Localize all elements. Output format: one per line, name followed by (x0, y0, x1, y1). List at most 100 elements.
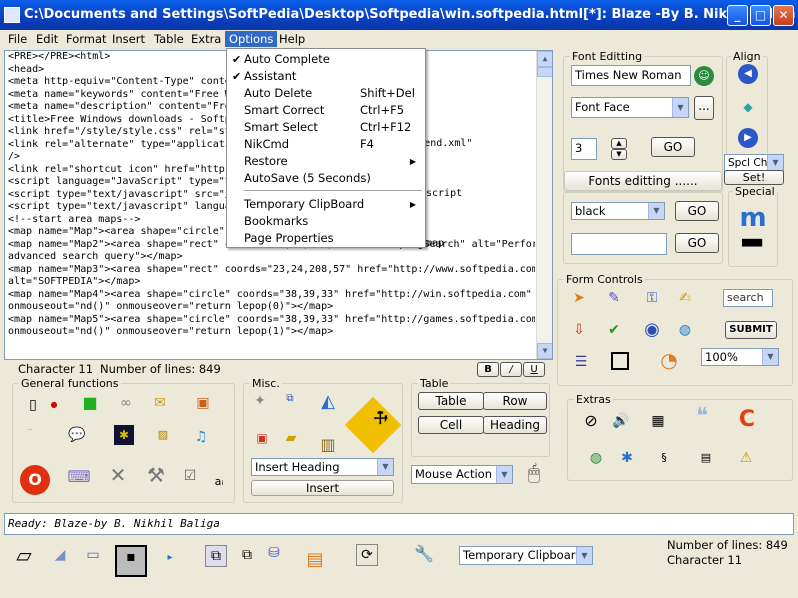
c-logo-icon[interactable]: C (734, 409, 760, 436)
maximize-button[interactable]: □ (750, 5, 771, 26)
save-icon[interactable]: ▪ (115, 545, 147, 577)
document-icon[interactable]: ▤ (696, 448, 716, 468)
menu-item-restore[interactable]: Restore ▶ (227, 153, 425, 170)
menu-format[interactable]: Format (62, 31, 111, 47)
square-icon[interactable] (611, 352, 629, 370)
fonts-editing-button[interactable]: Fonts editting ...... (564, 171, 722, 191)
menu-item-bookmarks[interactable]: Bookmarks (227, 213, 425, 230)
checkbox-icon[interactable]: ✔ (604, 320, 624, 340)
arrow-box-icon[interactable]: ▣ (252, 428, 272, 448)
checklist-icon[interactable]: ✎ (604, 288, 624, 308)
insert-heading-select[interactable]: Insert Heading ▼ (251, 458, 394, 476)
network-icon[interactable]: ✱ (617, 448, 637, 468)
battery-icon[interactable]: ▤ (302, 550, 328, 572)
o-logo-icon[interactable]: O (20, 465, 50, 495)
color-select[interactable]: black ▼ (571, 202, 665, 220)
password-icon[interactable]: ⚿ (642, 288, 662, 308)
search-field-sample[interactable]: search (723, 289, 773, 307)
menu-item-auto-complete[interactable]: ✔ Auto Complete (227, 51, 425, 68)
warning-icon[interactable]: ⚠ (736, 448, 756, 468)
insert-button[interactable]: Insert (251, 480, 394, 496)
font-more-button[interactable]: ... (694, 96, 714, 120)
folder-open-icon[interactable]: ▭ (83, 545, 103, 565)
globe-icon[interactable]: ◍ (675, 320, 695, 340)
menu-item-temporary-clipboard[interactable]: Temporary ClipBoard ▶ (227, 196, 425, 213)
set-button[interactable]: Set! (724, 170, 784, 185)
title-bar[interactable]: C:\Documents and Settings\SoftPedia\Desk… (0, 0, 798, 30)
building-icon[interactable]: ▥ (314, 435, 342, 457)
film-icon[interactable]: ▦ (648, 411, 668, 431)
cell-button[interactable]: Cell (418, 416, 484, 434)
align-center-icon[interactable]: ◆ (738, 97, 758, 117)
cursor-icon[interactable]: ✦ (250, 391, 270, 411)
size-up-button[interactable]: ▲ (611, 138, 627, 149)
menu-options[interactable]: Options (225, 31, 278, 47)
clipboard-select[interactable]: Temporary Clipboard ▼ (459, 546, 593, 565)
hammer-icon[interactable]: ⚒ (140, 465, 172, 495)
m-logo-icon[interactable]: m (736, 205, 770, 233)
minimize-button[interactable]: _ (727, 5, 748, 26)
wrench-icon[interactable]: 🔧 (410, 544, 438, 564)
radio-icon[interactable]: ◉ (642, 320, 662, 340)
database-icon[interactable]: ⛁ (264, 543, 284, 563)
mouse-icon[interactable]: 🖱 (521, 462, 547, 488)
scroll-down-button[interactable]: ▼ (537, 343, 552, 359)
world-icon[interactable]: ◍ (586, 448, 606, 468)
new-document-icon[interactable]: ▱ (11, 545, 37, 575)
table-button[interactable]: Table (418, 392, 484, 410)
scroll-thumb[interactable] (537, 67, 552, 77)
quote-icon[interactable]: ❝ (692, 406, 712, 428)
list-icon[interactable]: ☰ (571, 352, 591, 372)
menu-item-smart-select[interactable]: Smart Select Ctrl+F12 (227, 119, 425, 136)
no-entry-icon[interactable]: ⊘ (581, 411, 601, 431)
speech-bubble-icon[interactable]: 💬 (67, 425, 87, 445)
menu-extra[interactable]: Extra (187, 31, 225, 47)
spellcheck-icon[interactable]: aᵢ (209, 472, 229, 492)
keyboard-icon[interactable]: ⌨ (57, 467, 101, 491)
heading-button[interactable]: Heading (483, 416, 547, 434)
link-icon[interactable]: ∞ (116, 393, 136, 413)
mouse-action-select[interactable]: Mouse Action ▼ (411, 465, 513, 484)
color-go-button[interactable]: GO (675, 201, 719, 221)
menu-item-autosave[interactable]: AutoSave (5 Seconds) (227, 170, 425, 187)
color-go-button-2[interactable]: GO (675, 233, 719, 253)
menu-item-auto-delete[interactable]: Auto Delete Shift+Del (227, 85, 425, 102)
editor-scrollbar[interactable]: ▲ ▼ (536, 51, 552, 359)
sunglasses-icon[interactable]: ▀▀ (742, 238, 762, 258)
folder-blue-icon[interactable]: ◭ (314, 392, 342, 420)
menu-table[interactable]: Table (150, 31, 188, 47)
italic-button[interactable]: / (500, 362, 522, 377)
font-size-input[interactable]: 3 (571, 138, 597, 160)
menu-item-smart-correct[interactable]: Smart Correct Ctrl+F5 (227, 102, 425, 119)
font-go-button[interactable]: GO (651, 137, 695, 157)
color-code-input[interactable] (571, 233, 667, 255)
flash-icon[interactable]: ✱ (114, 425, 134, 445)
menu-insert[interactable]: Insert (108, 31, 149, 47)
textarea-icon[interactable]: ✍ (675, 288, 695, 308)
menu-item-page-properties[interactable]: Page Properties (227, 230, 425, 247)
dot-icon[interactable]: ● (44, 395, 64, 415)
folder-icon[interactable]: ▰ (281, 428, 301, 448)
font-name-input[interactable]: Times New Roman (571, 65, 691, 86)
menu-edit[interactable]: Edit (32, 31, 62, 47)
menu-help[interactable]: Help (275, 31, 309, 47)
speaker-icon[interactable]: 🔊 (611, 411, 631, 431)
submit-button-sample[interactable]: SUBMIT (725, 321, 777, 339)
upload-icon[interactable]: ⇩ (569, 320, 589, 340)
menu-item-assistant[interactable]: ✔ Assistant (227, 68, 425, 85)
app-icon[interactable] (4, 7, 20, 23)
open-icon[interactable]: ◢ (50, 545, 70, 565)
windows-icon[interactable]: ⧉ (280, 389, 300, 409)
close-button[interactable]: ✕ (773, 5, 794, 26)
green-box-icon[interactable]: ■ (80, 393, 100, 413)
refresh-icon[interactable]: ⟳ (356, 544, 378, 566)
script-icon[interactable]: § (654, 448, 674, 468)
alien-icon[interactable]: ☺ (694, 66, 714, 86)
page-number-icon[interactable]: ▯ (23, 395, 43, 415)
zoom-select[interactable]: 100% ▼ (701, 348, 779, 366)
menu-file[interactable]: File (4, 31, 31, 47)
font-face-select[interactable]: Font Face ▼ (571, 97, 689, 118)
mail-icon[interactable]: ✉ (150, 393, 170, 413)
checklist-doc-icon[interactable]: ☑ (180, 466, 200, 486)
pointer-icon[interactable]: ➤ (569, 288, 589, 308)
